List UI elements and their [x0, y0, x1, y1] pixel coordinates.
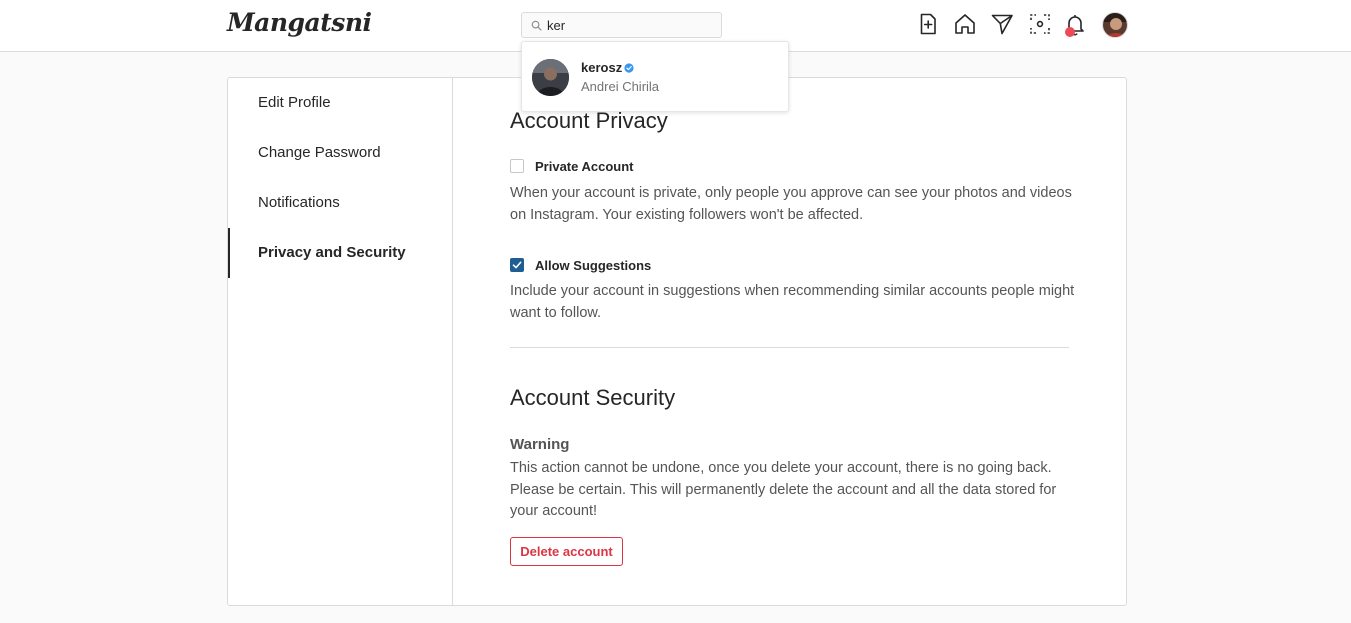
settings-card: Edit Profile Change Password Notificatio…: [227, 77, 1127, 606]
delete-account-button[interactable]: Delete account: [510, 537, 623, 566]
settings-content: Account Privacy Private Account When you…: [454, 78, 1126, 605]
sidebar-item-edit-profile[interactable]: Edit Profile: [228, 78, 452, 128]
notification-badge: [1065, 27, 1075, 37]
allow-suggestions-description: Include your account in suggestions when…: [510, 283, 1075, 321]
profile-avatar[interactable]: [1102, 12, 1128, 38]
sidebar-item-label: Notifications: [258, 194, 340, 211]
sidebar-item-change-password[interactable]: Change Password: [228, 128, 452, 178]
result-avatar: [532, 59, 569, 96]
home-icon: [955, 14, 975, 34]
username-text: kerosz: [581, 60, 623, 75]
new-post-button[interactable]: [916, 12, 940, 36]
search-icon: [531, 20, 542, 31]
private-account-checkbox[interactable]: [510, 159, 524, 173]
explore-icon: [1030, 14, 1050, 34]
section-divider: [510, 347, 1069, 348]
avatar-image: [532, 59, 569, 96]
explore-button[interactable]: [1028, 12, 1052, 36]
settings-sidebar: Edit Profile Change Password Notificatio…: [228, 78, 453, 605]
search-result-item[interactable]: kerosz Andrei Chirila: [522, 42, 788, 111]
verified-badge-icon: [624, 63, 634, 73]
warning-text: This action cannot be undone, once you d…: [510, 460, 1057, 519]
allow-suggestions-checkbox[interactable]: [510, 258, 524, 272]
account-security-title: Account Security: [510, 385, 676, 410]
direct-send-icon: [991, 14, 1013, 35]
private-account-label: Private Account: [535, 159, 634, 174]
sidebar-item-label: Edit Profile: [258, 94, 331, 111]
sidebar-item-privacy-and-security[interactable]: Privacy and Security: [228, 228, 452, 278]
sidebar-item-label: Privacy and Security: [258, 244, 406, 261]
new-post-icon: [920, 13, 936, 35]
sidebar-item-label: Change Password: [258, 144, 381, 161]
allow-suggestions-label: Allow Suggestions: [535, 258, 652, 273]
avatar-image: [1103, 13, 1127, 37]
warning-title: Warning: [510, 436, 570, 453]
home-button[interactable]: [953, 12, 977, 36]
direct-messages-button[interactable]: [990, 12, 1014, 36]
private-account-description: When your account is private, only peopl…: [510, 185, 1072, 223]
search-results-dropdown: kerosz Andrei Chirila: [521, 41, 789, 112]
sidebar-item-notifications[interactable]: Notifications: [228, 178, 452, 228]
search-box[interactable]: [521, 12, 722, 38]
search-input[interactable]: [547, 15, 717, 35]
app-logo[interactable]: Mangatsni: [227, 8, 372, 37]
result-full-name: Andrei Chirila: [581, 79, 660, 94]
checkmark-icon: [512, 261, 522, 269]
result-username: kerosz: [581, 60, 634, 75]
